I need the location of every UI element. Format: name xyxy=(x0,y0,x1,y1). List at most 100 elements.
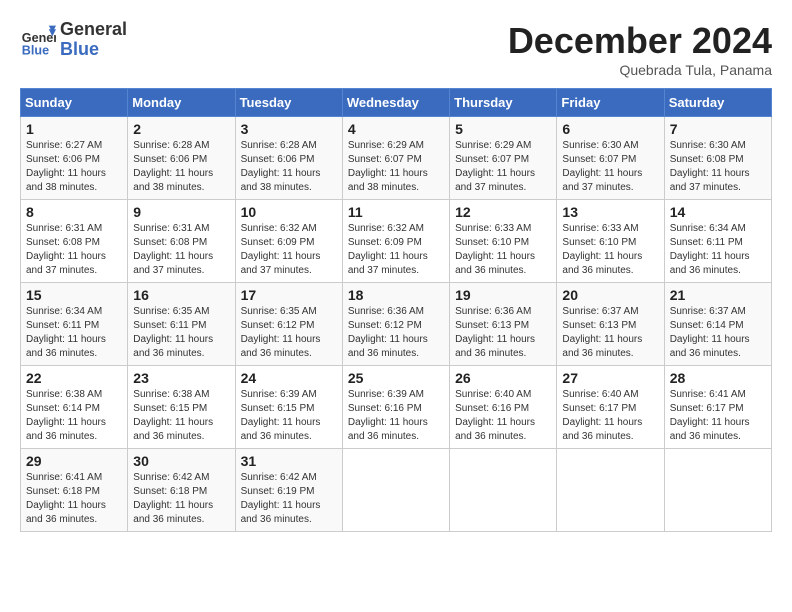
day-number: 1 xyxy=(26,121,122,137)
day-number: 12 xyxy=(455,204,551,220)
calendar-table: SundayMondayTuesdayWednesdayThursdayFrid… xyxy=(20,88,772,532)
location: Quebrada Tula, Panama xyxy=(508,62,772,78)
calendar-cell: 20 Sunrise: 6:37 AM Sunset: 6:13 PM Dayl… xyxy=(557,283,664,366)
header-day-friday: Friday xyxy=(557,89,664,117)
day-info: Sunrise: 6:30 AM Sunset: 6:08 PM Dayligh… xyxy=(670,139,766,195)
day-info: Sunrise: 6:29 AM Sunset: 6:07 PM Dayligh… xyxy=(348,139,444,195)
day-info: Sunrise: 6:28 AM Sunset: 6:06 PM Dayligh… xyxy=(133,139,229,195)
header-day-saturday: Saturday xyxy=(664,89,771,117)
calendar-cell: 18 Sunrise: 6:36 AM Sunset: 6:12 PM Dayl… xyxy=(342,283,449,366)
day-info: Sunrise: 6:40 AM Sunset: 6:17 PM Dayligh… xyxy=(562,388,658,444)
day-number: 16 xyxy=(133,287,229,303)
day-number: 10 xyxy=(241,204,337,220)
title-block: December 2024 Quebrada Tula, Panama xyxy=(508,20,772,78)
day-number: 25 xyxy=(348,370,444,386)
logo-text: General Blue xyxy=(60,20,127,60)
day-info: Sunrise: 6:27 AM Sunset: 6:06 PM Dayligh… xyxy=(26,139,122,195)
calendar-cell: 26 Sunrise: 6:40 AM Sunset: 6:16 PM Dayl… xyxy=(450,366,557,449)
day-info: Sunrise: 6:31 AM Sunset: 6:08 PM Dayligh… xyxy=(133,222,229,278)
calendar-header-row: SundayMondayTuesdayWednesdayThursdayFrid… xyxy=(21,89,772,117)
day-info: Sunrise: 6:38 AM Sunset: 6:14 PM Dayligh… xyxy=(26,388,122,444)
day-number: 30 xyxy=(133,453,229,469)
calendar-cell xyxy=(450,449,557,532)
calendar-cell: 24 Sunrise: 6:39 AM Sunset: 6:15 PM Dayl… xyxy=(235,366,342,449)
day-number: 17 xyxy=(241,287,337,303)
day-number: 31 xyxy=(241,453,337,469)
day-info: Sunrise: 6:42 AM Sunset: 6:19 PM Dayligh… xyxy=(241,471,337,527)
calendar-cell: 28 Sunrise: 6:41 AM Sunset: 6:17 PM Dayl… xyxy=(664,366,771,449)
day-info: Sunrise: 6:39 AM Sunset: 6:16 PM Dayligh… xyxy=(348,388,444,444)
day-number: 14 xyxy=(670,204,766,220)
calendar-cell: 31 Sunrise: 6:42 AM Sunset: 6:19 PM Dayl… xyxy=(235,449,342,532)
header-day-monday: Monday xyxy=(128,89,235,117)
day-info: Sunrise: 6:34 AM Sunset: 6:11 PM Dayligh… xyxy=(26,305,122,361)
day-info: Sunrise: 6:38 AM Sunset: 6:15 PM Dayligh… xyxy=(133,388,229,444)
calendar-cell: 16 Sunrise: 6:35 AM Sunset: 6:11 PM Dayl… xyxy=(128,283,235,366)
page-header: General Blue General Blue December 2024 … xyxy=(20,20,772,78)
header-day-thursday: Thursday xyxy=(450,89,557,117)
calendar-cell: 6 Sunrise: 6:30 AM Sunset: 6:07 PM Dayli… xyxy=(557,117,664,200)
calendar-cell: 4 Sunrise: 6:29 AM Sunset: 6:07 PM Dayli… xyxy=(342,117,449,200)
calendar-cell: 13 Sunrise: 6:33 AM Sunset: 6:10 PM Dayl… xyxy=(557,200,664,283)
day-info: Sunrise: 6:41 AM Sunset: 6:17 PM Dayligh… xyxy=(670,388,766,444)
day-number: 27 xyxy=(562,370,658,386)
calendar-cell: 29 Sunrise: 6:41 AM Sunset: 6:18 PM Dayl… xyxy=(21,449,128,532)
day-info: Sunrise: 6:35 AM Sunset: 6:12 PM Dayligh… xyxy=(241,305,337,361)
day-info: Sunrise: 6:33 AM Sunset: 6:10 PM Dayligh… xyxy=(455,222,551,278)
day-number: 26 xyxy=(455,370,551,386)
day-info: Sunrise: 6:33 AM Sunset: 6:10 PM Dayligh… xyxy=(562,222,658,278)
day-number: 5 xyxy=(455,121,551,137)
calendar-cell: 1 Sunrise: 6:27 AM Sunset: 6:06 PM Dayli… xyxy=(21,117,128,200)
calendar-cell: 27 Sunrise: 6:40 AM Sunset: 6:17 PM Dayl… xyxy=(557,366,664,449)
calendar-week-3: 15 Sunrise: 6:34 AM Sunset: 6:11 PM Dayl… xyxy=(21,283,772,366)
calendar-cell: 10 Sunrise: 6:32 AM Sunset: 6:09 PM Dayl… xyxy=(235,200,342,283)
day-info: Sunrise: 6:36 AM Sunset: 6:13 PM Dayligh… xyxy=(455,305,551,361)
day-number: 29 xyxy=(26,453,122,469)
day-number: 6 xyxy=(562,121,658,137)
day-info: Sunrise: 6:39 AM Sunset: 6:15 PM Dayligh… xyxy=(241,388,337,444)
day-number: 2 xyxy=(133,121,229,137)
calendar-cell: 30 Sunrise: 6:42 AM Sunset: 6:18 PM Dayl… xyxy=(128,449,235,532)
day-info: Sunrise: 6:34 AM Sunset: 6:11 PM Dayligh… xyxy=(670,222,766,278)
calendar-cell: 17 Sunrise: 6:35 AM Sunset: 6:12 PM Dayl… xyxy=(235,283,342,366)
day-number: 23 xyxy=(133,370,229,386)
day-number: 20 xyxy=(562,287,658,303)
day-number: 24 xyxy=(241,370,337,386)
day-info: Sunrise: 6:29 AM Sunset: 6:07 PM Dayligh… xyxy=(455,139,551,195)
calendar-cell: 3 Sunrise: 6:28 AM Sunset: 6:06 PM Dayli… xyxy=(235,117,342,200)
logo: General Blue General Blue xyxy=(20,20,127,60)
day-number: 8 xyxy=(26,204,122,220)
header-day-sunday: Sunday xyxy=(21,89,128,117)
day-number: 7 xyxy=(670,121,766,137)
calendar-cell: 19 Sunrise: 6:36 AM Sunset: 6:13 PM Dayl… xyxy=(450,283,557,366)
day-info: Sunrise: 6:35 AM Sunset: 6:11 PM Dayligh… xyxy=(133,305,229,361)
day-number: 15 xyxy=(26,287,122,303)
calendar-cell: 22 Sunrise: 6:38 AM Sunset: 6:14 PM Dayl… xyxy=(21,366,128,449)
calendar-cell: 21 Sunrise: 6:37 AM Sunset: 6:14 PM Dayl… xyxy=(664,283,771,366)
day-info: Sunrise: 6:32 AM Sunset: 6:09 PM Dayligh… xyxy=(348,222,444,278)
day-info: Sunrise: 6:42 AM Sunset: 6:18 PM Dayligh… xyxy=(133,471,229,527)
calendar-week-2: 8 Sunrise: 6:31 AM Sunset: 6:08 PM Dayli… xyxy=(21,200,772,283)
day-info: Sunrise: 6:41 AM Sunset: 6:18 PM Dayligh… xyxy=(26,471,122,527)
month-title: December 2024 xyxy=(508,20,772,62)
calendar-cell: 5 Sunrise: 6:29 AM Sunset: 6:07 PM Dayli… xyxy=(450,117,557,200)
day-info: Sunrise: 6:37 AM Sunset: 6:13 PM Dayligh… xyxy=(562,305,658,361)
calendar-cell: 9 Sunrise: 6:31 AM Sunset: 6:08 PM Dayli… xyxy=(128,200,235,283)
day-info: Sunrise: 6:40 AM Sunset: 6:16 PM Dayligh… xyxy=(455,388,551,444)
calendar-week-1: 1 Sunrise: 6:27 AM Sunset: 6:06 PM Dayli… xyxy=(21,117,772,200)
day-number: 21 xyxy=(670,287,766,303)
calendar-cell xyxy=(342,449,449,532)
day-info: Sunrise: 6:37 AM Sunset: 6:14 PM Dayligh… xyxy=(670,305,766,361)
day-number: 13 xyxy=(562,204,658,220)
calendar-cell: 14 Sunrise: 6:34 AM Sunset: 6:11 PM Dayl… xyxy=(664,200,771,283)
day-number: 22 xyxy=(26,370,122,386)
calendar-cell: 2 Sunrise: 6:28 AM Sunset: 6:06 PM Dayli… xyxy=(128,117,235,200)
day-info: Sunrise: 6:36 AM Sunset: 6:12 PM Dayligh… xyxy=(348,305,444,361)
header-day-tuesday: Tuesday xyxy=(235,89,342,117)
day-number: 9 xyxy=(133,204,229,220)
svg-text:Blue: Blue xyxy=(22,43,49,57)
day-number: 19 xyxy=(455,287,551,303)
calendar-week-5: 29 Sunrise: 6:41 AM Sunset: 6:18 PM Dayl… xyxy=(21,449,772,532)
calendar-cell xyxy=(664,449,771,532)
day-info: Sunrise: 6:31 AM Sunset: 6:08 PM Dayligh… xyxy=(26,222,122,278)
